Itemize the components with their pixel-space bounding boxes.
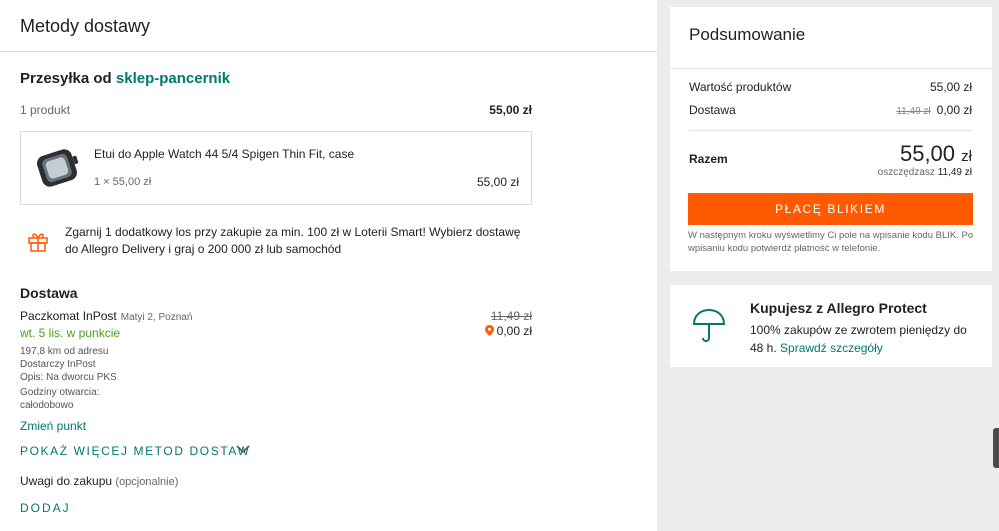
- side-tab-handle[interactable]: [993, 428, 999, 468]
- seller-link[interactable]: sklep-pancernik: [116, 70, 230, 87]
- delivery-method-name: Paczkomat InPost: [20, 309, 117, 323]
- order-summary: Podsumowanie Wartość produktów 55,00 zł …: [670, 7, 992, 271]
- show-more-methods-button[interactable]: POKAŻ WIĘCEJ METOD DOSTAW: [20, 444, 250, 458]
- delivery-heading: Dostawa: [20, 285, 78, 301]
- summary-title: Podsumowanie: [689, 25, 806, 44]
- delivery-description: Opis: Na dworcu PKS: [20, 372, 117, 383]
- notes-optional: (opcjonalnie): [115, 476, 179, 488]
- location-pin-icon: [484, 325, 494, 336]
- divider: [0, 51, 657, 52]
- product-quantity: 1 × 55,00 zł: [94, 176, 152, 188]
- protect-details-link[interactable]: Sprawdź szczegóły: [780, 341, 883, 355]
- total-label: Razem: [689, 152, 728, 166]
- delivery-cost-value: 0,00 zł: [936, 103, 972, 117]
- delivery-provider: Dostarczy InPost: [20, 359, 96, 370]
- delivery-cost: 11,49 zł 0,00 zł: [896, 103, 972, 117]
- delivery-cost-label: Dostawa: [689, 103, 736, 117]
- promo-text: Zgarnij 1 dodatkowy los przy zakupie za …: [65, 225, 521, 256]
- product-name[interactable]: Etui do Apple Watch 44 5/4 Spigen Thin F…: [94, 147, 354, 161]
- delivery-cost-old: 11,49 zł: [896, 106, 931, 117]
- shipment-heading: Przesyłka od sklep-pancernik: [20, 70, 230, 87]
- shipment-subtotal: 55,00 zł: [489, 103, 532, 117]
- savings-value: 11,49 zł: [937, 167, 972, 178]
- delivery-new-price-value: 0,00 zł: [496, 324, 532, 338]
- savings-label: oszczędzasz: [877, 167, 935, 178]
- delivery-methods-panel: Metody dostawy Przesyłka od sklep-pancer…: [0, 0, 657, 531]
- delivery-eta: wt. 5 lis. w punkcie: [20, 326, 121, 340]
- add-note-button[interactable]: DODAJ: [20, 501, 71, 515]
- products-value-label: Wartość produktów: [689, 80, 792, 94]
- product-card[interactable]: Etui do Apple Watch 44 5/4 Spigen Thin F…: [20, 131, 532, 205]
- page-title: Metody dostawy: [20, 16, 151, 36]
- allegro-protect-card: Kupujesz z Allegro Protect 100% zakupów …: [670, 285, 992, 367]
- delivery-details: 197,8 km od adresu Dostarczy InPost Opis…: [20, 345, 117, 384]
- products-value: 55,00 zł: [929, 80, 972, 94]
- total-currency: zł: [961, 148, 972, 165]
- product-image: [37, 149, 79, 187]
- notes-label: Uwagi do zakupu: [20, 474, 113, 488]
- change-point-link[interactable]: Zmień punkt: [20, 419, 86, 433]
- purchase-notes: Uwagi do zakupu (opcjonalnie): [20, 474, 178, 488]
- divider: [670, 68, 992, 69]
- opening-hours-value: całodobowo: [20, 400, 74, 411]
- delivery-old-price: 11,49 zł: [490, 309, 532, 323]
- shipment-prefix: Przesyłka od: [20, 70, 112, 87]
- product-count: 1 produkt: [20, 103, 71, 117]
- protect-text: 100% zakupów ze zwrotem pieniędzy do 48 …: [750, 321, 980, 357]
- umbrella-icon: [692, 308, 726, 342]
- opening-hours: Godziny otwarcia: całodobowo: [20, 386, 99, 412]
- total-amount: 55,00: [899, 141, 956, 166]
- delivery-distance: 197,8 km od adresu: [20, 346, 109, 357]
- delivery-address: Matyi 2, Poznań: [120, 312, 193, 323]
- pay-note: W następnym kroku wyświetlimy Ci pole na…: [688, 230, 974, 254]
- pay-blik-button[interactable]: PŁACĘ BLIKIEM: [688, 193, 973, 225]
- opening-hours-label: Godziny otwarcia:: [20, 387, 100, 398]
- savings: oszczędzasz 11,49 zł: [878, 167, 972, 178]
- protect-title: Kupujesz z Allegro Protect: [750, 300, 927, 316]
- chevron-down-icon[interactable]: [236, 444, 250, 454]
- delivery-new-price: 0,00 zł: [440, 324, 532, 338]
- total-value: 55,00 zł: [900, 141, 972, 167]
- gift-icon: [28, 233, 48, 252]
- product-price: 55,00 zł: [476, 175, 519, 189]
- delivery-method: Paczkomat InPost Matyi 2, Poznań: [20, 309, 192, 323]
- divider: [689, 130, 972, 131]
